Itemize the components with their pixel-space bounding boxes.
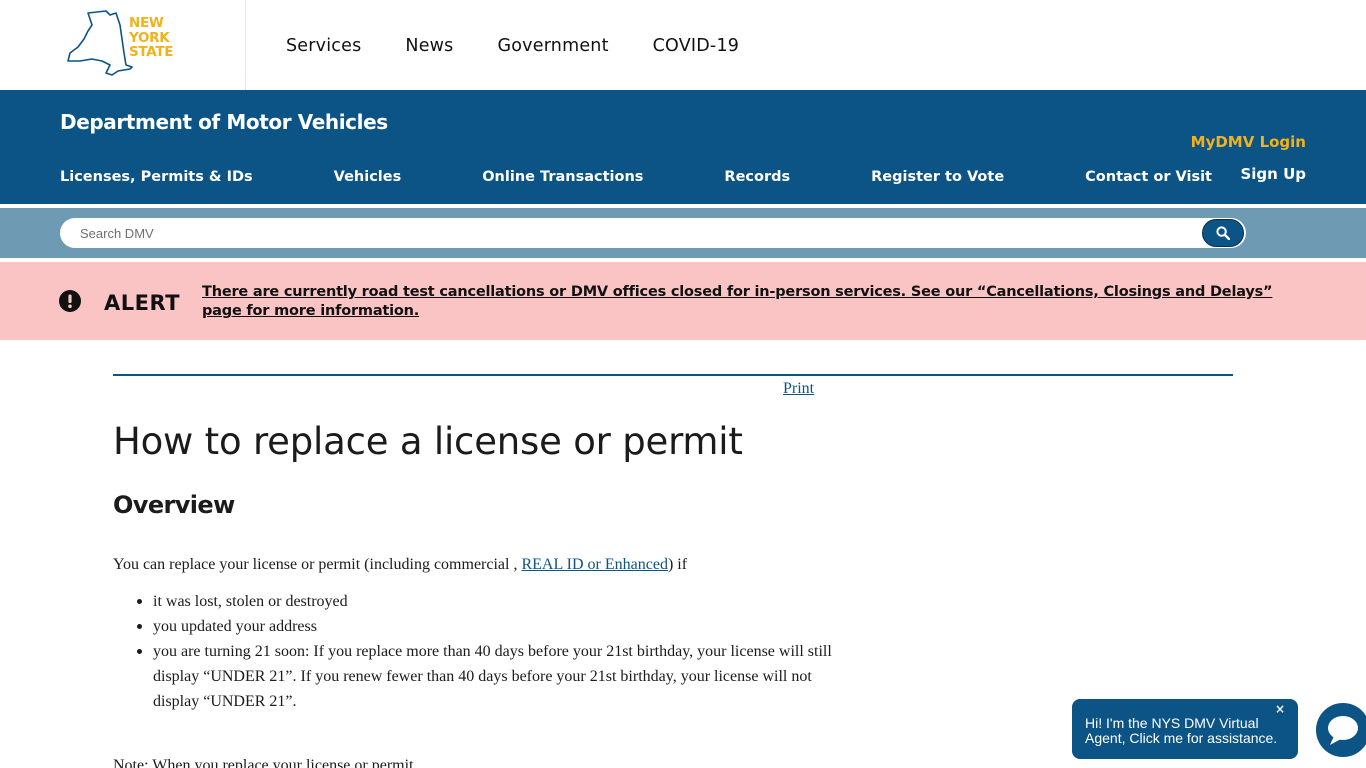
- list-item: it was lost, stolen or destroyed: [137, 589, 843, 614]
- nys-divider: [245, 0, 246, 90]
- nys-top-bar: NEW YORK STATE Services News Government …: [0, 0, 1366, 90]
- exclamation-circle-icon: [59, 290, 81, 312]
- replacement-reasons-list: it was lost, stolen or destroyed you upd…: [137, 589, 843, 714]
- nys-nav-covid-19[interactable]: COVID-19: [653, 36, 739, 56]
- alert-link[interactable]: There are currently road test cancellati…: [202, 283, 1302, 321]
- nav-vehicles[interactable]: Vehicles: [334, 169, 402, 185]
- new-york-state-map-icon: [67, 10, 133, 76]
- nys-nav-government[interactable]: Government: [498, 36, 609, 56]
- nav-records[interactable]: Records: [724, 169, 790, 185]
- alert-banner: ALERT There are currently road test canc…: [0, 262, 1366, 340]
- virtual-agent-prompt[interactable]: × Hi! I'm the NYS DMV Virtual Agent, Cli…: [1072, 699, 1298, 759]
- search-box: [60, 218, 1246, 248]
- intro-text-before: You can replace your license or permit (…: [113, 556, 522, 573]
- chat-close-button[interactable]: ×: [1275, 702, 1285, 717]
- list-item: you are turning 21 soon: If you replace …: [137, 639, 843, 714]
- nav-contact-or-visit[interactable]: Contact or Visit: [1085, 169, 1212, 185]
- real-id-enhanced-link[interactable]: REAL ID or Enhanced: [521, 556, 667, 573]
- nys-nav-news[interactable]: News: [405, 36, 453, 56]
- page-title: How to replace a license or permit: [113, 420, 743, 463]
- chat-message: Hi! I'm the NYS DMV Virtual Agent, Click…: [1085, 715, 1278, 746]
- dmv-main-nav: Licenses, Permits & IDs Vehicles Online …: [60, 169, 1212, 185]
- search-input[interactable]: [80, 223, 1190, 243]
- logo-line-york: YORK: [129, 29, 170, 46]
- alert-label: ALERT: [104, 291, 181, 315]
- nys-nav-services[interactable]: Services: [286, 36, 361, 56]
- nys-nav: Services News Government COVID-19: [286, 36, 783, 56]
- nav-register-to-vote[interactable]: Register to Vote: [871, 169, 1004, 185]
- nys-logo-text: NEW YORK STATE: [129, 15, 174, 60]
- search-band: [0, 208, 1366, 258]
- list-item: you updated your address: [137, 614, 843, 639]
- note-paragraph: Note: When you replace your license or p…: [113, 757, 414, 768]
- print-link[interactable]: Print: [783, 380, 814, 398]
- content-divider: [113, 374, 1233, 376]
- chat-icon: [1328, 716, 1358, 745]
- search-button[interactable]: [1202, 219, 1244, 247]
- logo-line-state: STATE: [129, 44, 174, 60]
- mydmv-login-link[interactable]: MyDMV Login: [1191, 133, 1306, 151]
- logo-line-new: NEW: [129, 15, 164, 31]
- dmv-header: Department of Motor Vehicles MyDMV Login…: [0, 90, 1366, 204]
- search-icon: [1216, 226, 1230, 240]
- nav-licenses-permits-ids[interactable]: Licenses, Permits & IDs: [60, 169, 253, 185]
- chat-launcher-button[interactable]: [1316, 703, 1366, 757]
- section-heading-overview: Overview: [113, 491, 235, 519]
- intro-text-after: ) if: [667, 556, 688, 573]
- nav-online-transactions[interactable]: Online Transactions: [482, 169, 643, 185]
- nys-logo[interactable]: NEW YORK STATE: [66, 9, 182, 79]
- sign-up-link[interactable]: Sign Up: [1240, 165, 1306, 183]
- dmv-title[interactable]: Department of Motor Vehicles: [60, 110, 388, 134]
- intro-paragraph: You can replace your license or permit (…: [113, 556, 687, 574]
